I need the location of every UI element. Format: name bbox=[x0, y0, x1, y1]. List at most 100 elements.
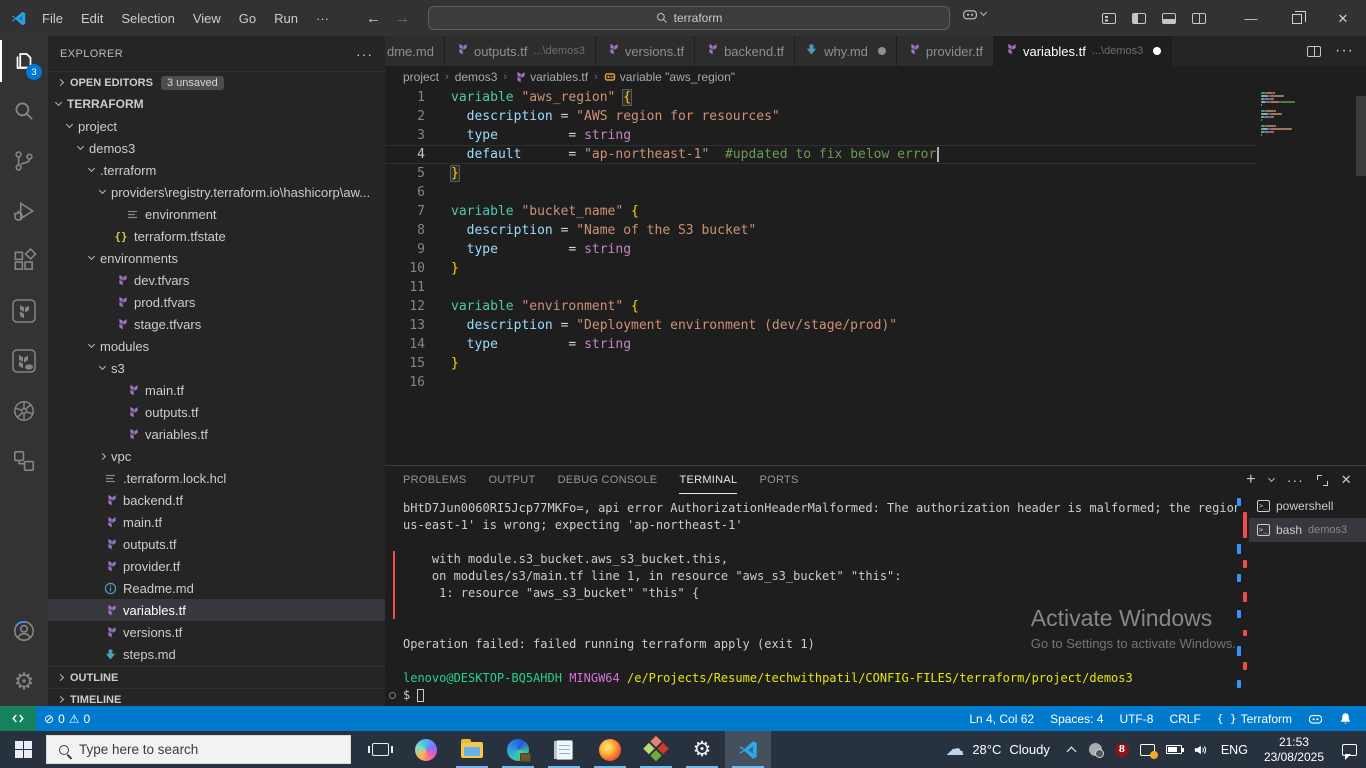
close-button[interactable]: ✕ bbox=[1320, 1, 1366, 37]
menu-file[interactable]: File bbox=[33, 0, 72, 36]
activity-terraform[interactable] bbox=[0, 286, 48, 336]
tree-item-readme.md[interactable]: Readme.md bbox=[48, 577, 385, 599]
taskbar-search[interactable]: Type here to search bbox=[46, 735, 351, 764]
tree-item-.terraform.lock.hcl[interactable]: .terraform.lock.hcl bbox=[48, 467, 385, 489]
editor-scrollbar[interactable] bbox=[1356, 96, 1366, 176]
notification-center-icon[interactable] bbox=[1332, 731, 1366, 768]
tree-item-variables.tf[interactable]: variables.tf bbox=[48, 599, 385, 621]
editor-more-actions-icon[interactable]: ··· bbox=[1335, 42, 1354, 60]
panel-more-actions-icon[interactable]: ··· bbox=[1287, 472, 1304, 488]
copilot-menu[interactable] bbox=[962, 7, 988, 21]
activity-terraform-cloud[interactable] bbox=[0, 336, 48, 386]
firefox-button[interactable] bbox=[587, 731, 633, 768]
panel-tab-problems[interactable]: PROBLEMS bbox=[403, 466, 467, 494]
command-center-search[interactable]: terraform bbox=[428, 6, 950, 30]
activity-accounts[interactable] bbox=[0, 606, 48, 656]
tree-item-main.tf[interactable]: main.tf bbox=[48, 379, 385, 401]
weather-widget[interactable]: ☁ 28°C Cloudy bbox=[935, 738, 1060, 761]
tree-item-variables.tf[interactable]: variables.tf bbox=[48, 423, 385, 445]
tray-expand-icon[interactable] bbox=[1066, 746, 1077, 756]
tab-variables.tf[interactable]: variables.tf ...\demos3 bbox=[993, 36, 1173, 66]
terminal[interactable]: bHtD7Jun0060RI5Jcp77MKFo=, api error Aut… bbox=[385, 494, 1237, 706]
breadcrumb-item[interactable]: variables.tf bbox=[513, 70, 588, 84]
breadcrumb-item[interactable]: demos3 bbox=[455, 70, 498, 84]
clock[interactable]: 21:53 23/08/2025 bbox=[1256, 735, 1332, 765]
copilot-app-button[interactable] bbox=[403, 731, 449, 768]
edge-button[interactable] bbox=[495, 731, 541, 768]
screen-cast-icon[interactable] bbox=[1135, 731, 1161, 768]
tree-item-modules[interactable]: modules bbox=[48, 335, 385, 357]
activity-search[interactable] bbox=[0, 86, 48, 136]
status-terraform[interactable]: { } Terraform bbox=[1209, 706, 1300, 731]
tree-item-demos3[interactable]: demos3 bbox=[48, 137, 385, 159]
activity-explorer[interactable]: 3 bbox=[0, 36, 48, 86]
tree-item-providers-registry.terraform.io-hashicorp-aw...[interactable]: providers\registry.terraform.io\hashicor… bbox=[48, 181, 385, 203]
toggle-sidebar-icon[interactable] bbox=[1132, 13, 1146, 24]
tree-item-outputs.tf[interactable]: outputs.tf bbox=[48, 533, 385, 555]
outline-section[interactable]: OUTLINE bbox=[48, 666, 385, 688]
menu-[interactable]: ··· bbox=[307, 0, 338, 36]
tree-item-steps.md[interactable]: steps.md bbox=[48, 643, 385, 665]
terminal-instance-powershell[interactable]: >_ powershell bbox=[1249, 494, 1366, 518]
volume-icon[interactable] bbox=[1187, 731, 1213, 768]
activity-source-control[interactable] bbox=[0, 136, 48, 186]
tree-item-vpc[interactable]: vpc bbox=[48, 445, 385, 467]
panel-tab-ports[interactable]: PORTS bbox=[759, 466, 798, 494]
tree-item-.terraform[interactable]: .terraform bbox=[48, 159, 385, 181]
activity-settings[interactable]: ⚙ bbox=[0, 656, 48, 706]
customize-layout-icon[interactable] bbox=[1102, 13, 1116, 24]
maximize-panel-icon[interactable] bbox=[1316, 474, 1328, 486]
tab-outputs.tf[interactable]: outputs.tf ...\demos3 bbox=[444, 36, 596, 66]
timeline-section[interactable]: TIMELINE bbox=[48, 688, 385, 706]
tab-versions.tf[interactable]: versions.tf bbox=[595, 36, 696, 66]
toggle-panel-icon[interactable] bbox=[1162, 13, 1176, 24]
tree-item-provider.tf[interactable]: provider.tf bbox=[48, 555, 385, 577]
status-ln-4-col-62[interactable]: Ln 4, Col 62 bbox=[961, 706, 1042, 731]
terminal-instance-bash[interactable]: >_ bash demos3 bbox=[1249, 518, 1366, 542]
tab-backend.tf[interactable]: backend.tf bbox=[695, 36, 796, 66]
breadcrumb-item[interactable]: variable "aws_region" bbox=[604, 70, 735, 84]
tree-item-environment[interactable]: environment bbox=[48, 203, 385, 225]
panel-tab-terminal[interactable]: TERMINAL bbox=[679, 466, 738, 494]
breadcrumb-item[interactable]: project bbox=[403, 70, 439, 84]
tree-item-outputs.tf[interactable]: outputs.tf bbox=[48, 401, 385, 423]
notepad-button[interactable] bbox=[541, 731, 587, 768]
start-button[interactable] bbox=[0, 731, 46, 768]
minimap[interactable] bbox=[1257, 88, 1352, 465]
tree-item-backend.tf[interactable]: backend.tf bbox=[48, 489, 385, 511]
status-utf-8[interactable]: UTF-8 bbox=[1111, 706, 1161, 731]
minimize-button[interactable]: — bbox=[1228, 1, 1274, 37]
tab-dme.md[interactable]: dme.md bbox=[385, 36, 445, 66]
tree-item-main.tf[interactable]: main.tf bbox=[48, 511, 385, 533]
menu-go[interactable]: Go bbox=[230, 0, 265, 36]
tab-provider.tf[interactable]: provider.tf bbox=[896, 36, 994, 66]
tree-item-dev.tfvars[interactable]: dev.tfvars bbox=[48, 269, 385, 291]
menu-view[interactable]: View bbox=[184, 0, 230, 36]
split-editor-icon[interactable] bbox=[1307, 45, 1322, 57]
settings-button[interactable]: ⚙ bbox=[679, 731, 725, 768]
tree-item-prod.tfvars[interactable]: prod.tfvars bbox=[48, 291, 385, 313]
menu-run[interactable]: Run bbox=[265, 0, 307, 36]
tray-app1-icon[interactable] bbox=[1083, 731, 1109, 768]
open-editors-section[interactable]: OPEN EDITORS 3 unsaved bbox=[48, 71, 385, 93]
tree-item-project[interactable]: project bbox=[48, 115, 385, 137]
activity-extensions[interactable] bbox=[0, 236, 48, 286]
task-view-button[interactable] bbox=[357, 731, 403, 768]
tree-item-environments[interactable]: environments bbox=[48, 247, 385, 269]
status-copilot[interactable] bbox=[1300, 706, 1331, 731]
tab-why.md[interactable]: why.md bbox=[795, 36, 897, 66]
menu-selection[interactable]: Selection bbox=[112, 0, 183, 36]
tree-item-versions.tf[interactable]: versions.tf bbox=[48, 621, 385, 643]
nav-forward-icon[interactable]: → bbox=[395, 10, 410, 27]
close-panel-icon[interactable]: ✕ bbox=[1341, 472, 1352, 488]
code-editor[interactable]: 1 variable "aws_region" {2 description = … bbox=[385, 88, 1366, 465]
terminal-dropdown-icon[interactable] bbox=[1267, 474, 1275, 483]
nav-back-icon[interactable]: ← bbox=[366, 10, 381, 27]
file-explorer-button[interactable] bbox=[449, 731, 495, 768]
tree-item-s3[interactable]: s3 bbox=[48, 357, 385, 379]
remote-indicator[interactable] bbox=[0, 706, 36, 731]
panel-tab-output[interactable]: OUTPUT bbox=[489, 466, 536, 494]
activity-remote-explorer[interactable] bbox=[0, 436, 48, 486]
tree-root[interactable]: TERRAFORM bbox=[48, 93, 385, 115]
notifications-bell[interactable] bbox=[1331, 706, 1360, 731]
